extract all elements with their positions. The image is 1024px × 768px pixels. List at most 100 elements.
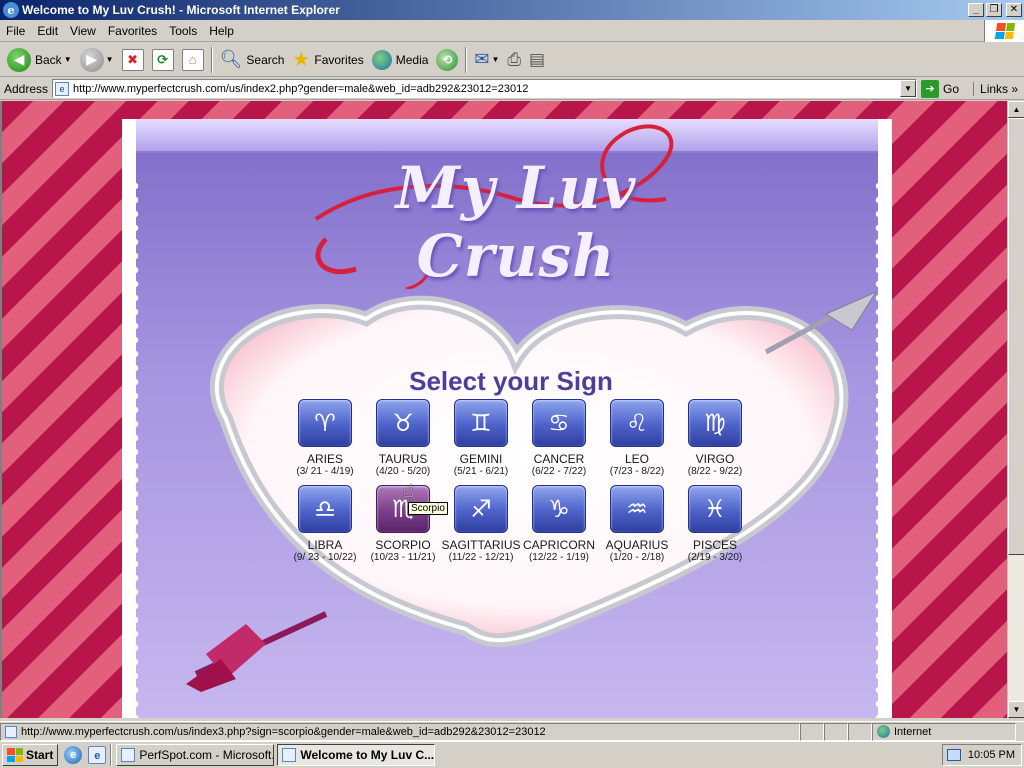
virgo-icon[interactable]: ♍ — [688, 399, 742, 447]
print-icon: ⎙ — [507, 49, 522, 69]
sign-name[interactable]: LEO — [625, 452, 649, 466]
media-button[interactable]: Media — [368, 45, 433, 75]
close-button[interactable]: ✕ — [1006, 3, 1022, 17]
address-label: Address — [4, 81, 49, 96]
sagittarius-icon[interactable]: ♐ — [454, 485, 508, 533]
sign-name[interactable]: GEMINI — [460, 452, 503, 466]
history-button[interactable]: ⟲ — [432, 45, 462, 75]
sign-name[interactable]: CANCER — [534, 452, 585, 466]
capricorn-icon[interactable]: ♑ — [532, 485, 586, 533]
sign-name[interactable]: TAURUS — [379, 452, 427, 466]
address-input[interactable]: e http://www.myperfectcrush.com/us/index… — [52, 79, 918, 98]
quicklaunch-ie-icon[interactable]: e — [64, 746, 83, 764]
gemini-icon[interactable]: ♊ — [454, 399, 508, 447]
sign-capricorn[interactable]: ♑ CAPRICORN (12/22 - 1/19) — [520, 485, 598, 563]
menu-help[interactable]: Help — [203, 24, 240, 38]
refresh-icon: ⟳ — [151, 48, 174, 71]
back-label: Back — [35, 52, 62, 67]
sign-aquarius[interactable]: ♒ AQUARIUS (1/20 - 2/18) — [598, 485, 676, 563]
sign-gemini[interactable]: ♊ GEMINI (5/21 - 6/21) — [442, 399, 520, 477]
links-label: Links — [980, 81, 1009, 96]
page-frame: My Luv Crush Select your Sign ♈ ARIES (3… — [122, 119, 892, 718]
forward-dropdown-icon[interactable]: ▼ — [106, 55, 114, 64]
mail-button[interactable]: ✉ ▼ — [470, 45, 503, 75]
restore-button[interactable]: ❐ — [986, 3, 1002, 17]
menu-file[interactable]: File — [0, 24, 31, 38]
network-icon[interactable] — [947, 749, 961, 761]
back-button[interactable]: ◀ Back ▼ — [3, 45, 76, 75]
print-button[interactable]: ⎙ — [503, 45, 525, 75]
search-button[interactable]: 🔍︎ Search — [216, 45, 289, 75]
sign-dates: (8/22 - 9/22) — [687, 466, 743, 477]
sign-name[interactable]: CAPRICORN — [523, 538, 595, 552]
sign-dates: (9/ 23 - 10/22) — [293, 552, 357, 563]
sign-name[interactable]: PISCES — [693, 538, 737, 552]
sign-aries[interactable]: ♈ ARIES (3/ 21 - 4/19) — [286, 399, 364, 477]
taskbar-separator — [110, 744, 113, 766]
forward-button[interactable]: ▶ ▼ — [76, 45, 118, 75]
aries-icon[interactable]: ♈ — [298, 399, 352, 447]
sign-leo[interactable]: ♌ LEO (7/23 - 8/22) — [598, 399, 676, 477]
sign-taurus[interactable]: ♉ TAURUS (4/20 - 5/20) — [364, 399, 442, 477]
address-url[interactable]: http://www.myperfectcrush.com/us/index2.… — [73, 83, 528, 95]
sign-name[interactable]: SCORPIO — [375, 538, 430, 552]
status-cell — [848, 722, 872, 741]
taurus-icon[interactable]: ♉ — [376, 399, 430, 447]
security-zone: Internet — [872, 722, 1016, 741]
refresh-button[interactable]: ⟳ — [148, 45, 178, 75]
back-dropdown-icon[interactable]: ▼ — [64, 55, 72, 64]
star-icon: ★ — [292, 49, 311, 71]
site-logo[interactable]: My Luv Crush — [286, 154, 746, 290]
task-perfspot[interactable]: PerfSpot.com - Microsoft... — [116, 744, 275, 766]
task-myluvcrush[interactable]: Welcome to My Luv C... — [277, 744, 436, 766]
menu-view[interactable]: View — [64, 24, 102, 38]
aquarius-icon[interactable]: ♒ — [610, 485, 664, 533]
cancer-icon[interactable]: ♋ — [532, 399, 586, 447]
zodiac-sign-grid: ♈ ARIES (3/ 21 - 4/19) ♉ TAURUS (4/20 - 5/20)… — [286, 399, 766, 563]
sign-virgo[interactable]: ♍ VIRGO (8/22 - 9/22) — [676, 399, 754, 477]
libra-icon[interactable]: ♎ — [298, 485, 352, 533]
window-title-bar[interactable]: e Welcome to My Luv Crush! - Microsoft I… — [0, 0, 1024, 20]
address-dropdown-icon[interactable]: ▼ — [900, 80, 917, 97]
status-url: http://www.myperfectcrush.com/us/index3.… — [21, 725, 546, 738]
status-text: http://www.myperfectcrush.com/us/index3.… — [0, 722, 800, 741]
start-label: Start — [26, 748, 54, 762]
menu-edit[interactable]: Edit — [31, 24, 64, 38]
links-button[interactable]: Links » — [973, 81, 1018, 96]
vertical-scrollbar[interactable]: ▲ ▼ — [1007, 101, 1024, 718]
edit-button[interactable]: ▤ — [525, 45, 549, 75]
windows-logo-icon — [7, 748, 23, 762]
favorites-button[interactable]: ★ Favorites — [288, 45, 367, 75]
sign-dates: (4/20 - 5/20) — [375, 466, 431, 477]
sign-name[interactable]: AQUARIUS — [606, 538, 669, 552]
menu-favorites[interactable]: Favorites — [102, 24, 163, 38]
scroll-up-button[interactable]: ▲ — [1008, 101, 1024, 118]
home-button[interactable]: ⌂ — [178, 45, 208, 75]
stop-button[interactable]: ✖ — [118, 45, 148, 75]
sign-cancer[interactable]: ♋ CANCER (6/22 - 7/22) — [520, 399, 598, 477]
leo-icon[interactable]: ♌ — [610, 399, 664, 447]
zone-label: Internet — [894, 725, 932, 738]
sign-name[interactable]: SAGITTARIUS — [441, 538, 520, 552]
quicklaunch-desktop-icon[interactable]: e — [88, 746, 107, 764]
menu-tools[interactable]: Tools — [163, 24, 203, 38]
scroll-down-button[interactable]: ▼ — [1008, 701, 1024, 718]
mail-dropdown-icon[interactable]: ▼ — [492, 55, 500, 64]
sign-name[interactable]: VIRGO — [696, 452, 735, 466]
sign-libra[interactable]: ♎ LIBRA (9/ 23 - 10/22) — [286, 485, 364, 563]
minimize-button[interactable]: _ — [968, 3, 984, 17]
scroll-thumb[interactable] — [1008, 118, 1024, 555]
history-icon: ⟲ — [436, 48, 459, 71]
sign-name[interactable]: LIBRA — [308, 538, 343, 552]
media-globe-icon — [371, 49, 392, 70]
go-button[interactable]: ➔ Go — [921, 79, 959, 98]
status-bar: http://www.myperfectcrush.com/us/index3.… — [0, 721, 1024, 741]
start-button[interactable]: Start — [2, 744, 59, 766]
go-arrow-icon: ➔ — [921, 79, 940, 98]
pisces-icon[interactable]: ♓ — [688, 485, 742, 533]
sign-pisces[interactable]: ♓ PISCES (2/19 - 3/20) — [676, 485, 754, 563]
address-bar: Address e http://www.myperfectcrush.com/… — [0, 78, 1024, 100]
sign-name[interactable]: ARIES — [307, 452, 343, 466]
sign-sagittarius[interactable]: ♐ SAGITTARIUS (11/22 - 12/21) — [441, 485, 521, 563]
page-icon — [5, 725, 17, 738]
